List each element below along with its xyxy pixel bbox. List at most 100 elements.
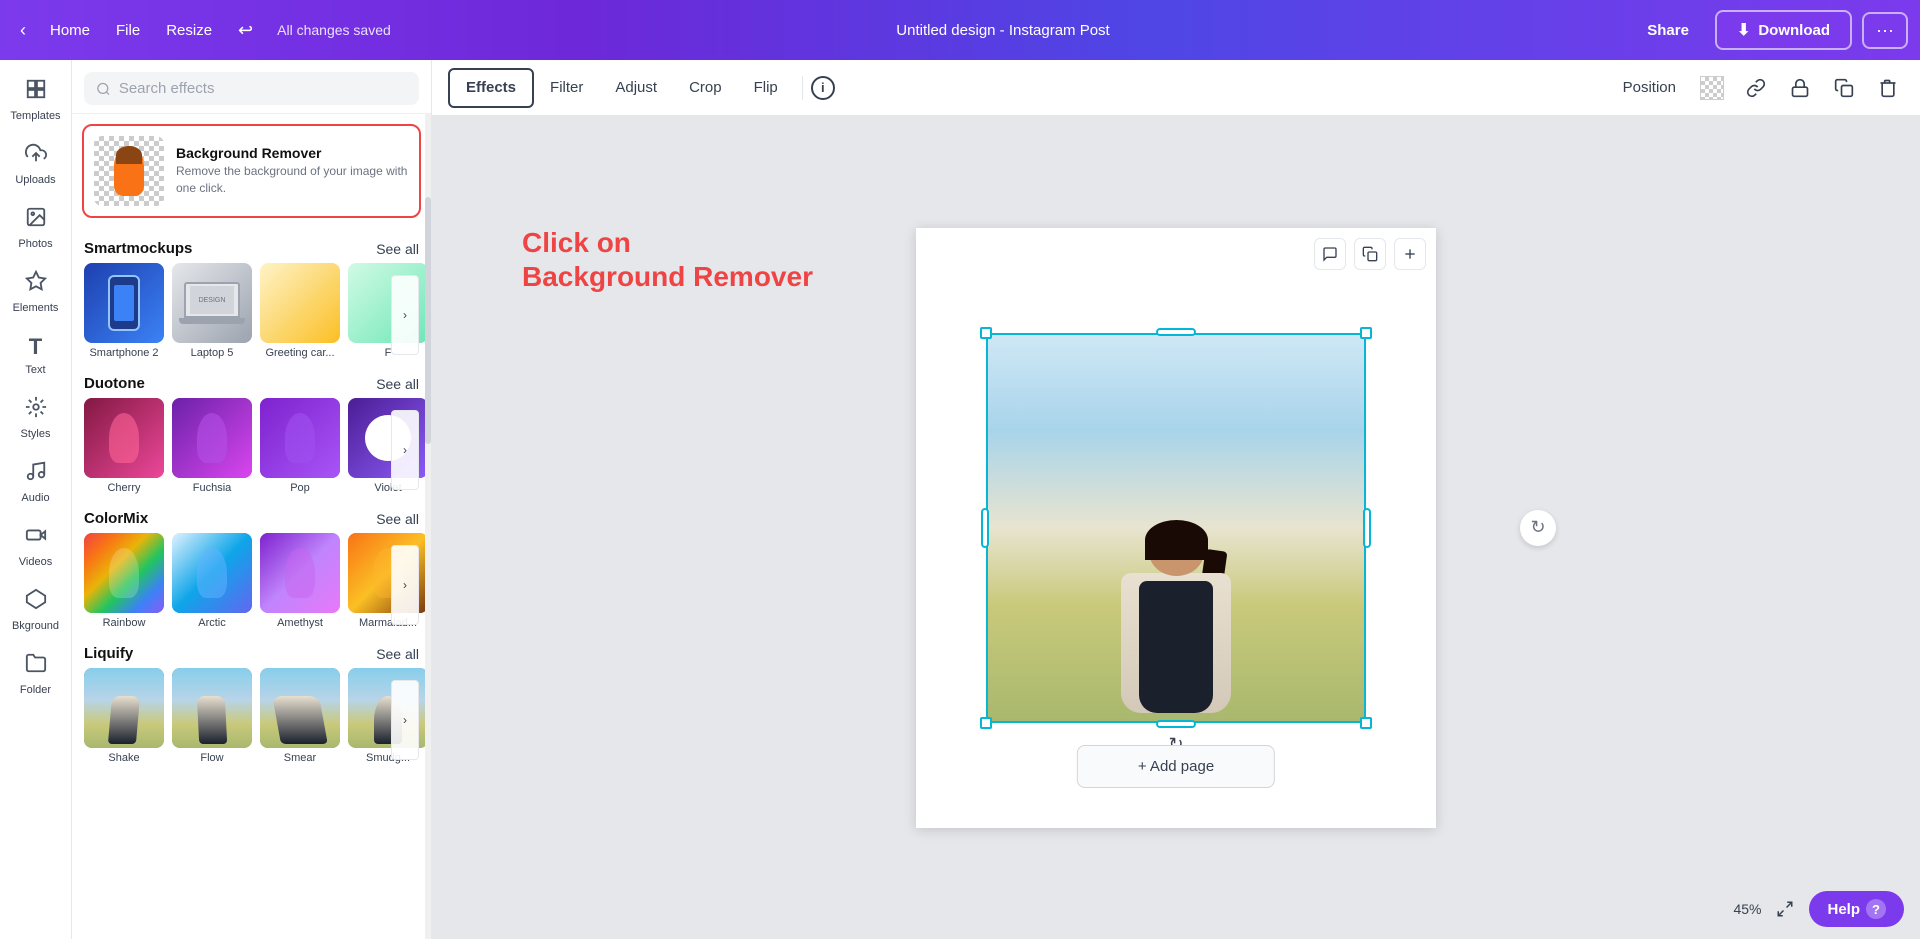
smartmockups-see-all[interactable]: See all [376, 241, 419, 257]
selected-image-wrapper[interactable]: ↻ [986, 333, 1366, 723]
person-head [1149, 520, 1204, 578]
liquify-see-all[interactable]: See all [376, 646, 419, 662]
position-button[interactable]: Position [1615, 75, 1684, 100]
top-toolbar: Effects Filter Adjust Crop Flip i Positi… [432, 60, 1920, 116]
duotone-title: Duotone [84, 375, 145, 392]
smartmockups-item-greetingcard[interactable]: Greeting car... [260, 263, 340, 359]
arctic-label: Arctic [198, 617, 226, 629]
duotone-pop[interactable]: Pop [260, 398, 340, 494]
laptop5-thumb: DESIGN [172, 263, 252, 343]
colormix-row-wrapper: Rainbow Arctic [72, 533, 431, 637]
duplicate-button[interactable] [1828, 72, 1860, 104]
videos-icon [25, 524, 47, 552]
smear-thumb [260, 668, 340, 748]
delete-button[interactable] [1872, 72, 1904, 104]
undo-button[interactable]: ↩ [226, 14, 265, 47]
elements-icon [25, 270, 47, 298]
fuchsia-label: Fuchsia [193, 482, 232, 494]
checkerboard-button[interactable] [1696, 72, 1728, 104]
more-options-button[interactable]: ··· [1862, 12, 1908, 49]
smartphone2-thumb [84, 263, 164, 343]
liquify-flow[interactable]: Flow [172, 668, 252, 764]
resize-nav[interactable]: Resize [154, 16, 224, 45]
tab-adjust[interactable]: Adjust [599, 68, 673, 108]
canvas-add-button[interactable] [1394, 238, 1426, 270]
tab-crop[interactable]: Crop [673, 68, 738, 108]
liquify-scroll-right[interactable]: › [391, 680, 419, 760]
smartmockups-item-smartphone2[interactable]: Smartphone 2 [84, 263, 164, 359]
handle-bottom-right[interactable] [1360, 717, 1372, 729]
search-input[interactable] [119, 80, 407, 97]
colormix-title: ColorMix [84, 510, 148, 527]
help-label: Help [1827, 901, 1860, 918]
handle-middle-left[interactable] [981, 508, 989, 548]
handle-middle-right[interactable] [1363, 508, 1371, 548]
sidebar-item-videos[interactable]: Videos [2, 514, 70, 578]
sidebar-item-templates[interactable]: Templates [2, 68, 70, 132]
elements-label: Elements [13, 302, 59, 314]
tab-effects[interactable]: Effects [448, 68, 534, 108]
handle-bottom-center[interactable] [1156, 720, 1196, 728]
sidebar-item-bkground[interactable]: Bkground [2, 578, 70, 642]
add-page-button[interactable]: + Add page [1077, 745, 1275, 788]
sidebar-item-photos[interactable]: Photos [2, 196, 70, 260]
main-layout: Templates Uploads Photos Elements T Text [0, 60, 1920, 939]
scroll-thumb[interactable] [425, 197, 431, 445]
canvas-copy-button[interactable] [1354, 238, 1386, 270]
download-button[interactable]: ⬇ Download [1715, 10, 1852, 50]
colormix-see-all[interactable]: See all [376, 511, 419, 527]
colormix-scroll-right[interactable]: › [391, 545, 419, 625]
person-torso [1121, 573, 1231, 713]
canvas-comment-button[interactable] [1314, 238, 1346, 270]
canvas-rotate-outer[interactable]: ↻ [1520, 510, 1556, 546]
tab-flip[interactable]: Flip [738, 68, 794, 108]
handle-top-right[interactable] [1360, 327, 1372, 339]
audio-icon [25, 460, 47, 488]
sidebar-item-text[interactable]: T Text [2, 324, 70, 386]
annotation-line2: Background Remover [522, 260, 813, 294]
sidebar-item-elements[interactable]: Elements [2, 260, 70, 324]
handle-top-center[interactable] [1156, 328, 1196, 336]
link-button[interactable] [1740, 72, 1772, 104]
sidebar-item-audio[interactable]: Audio [2, 450, 70, 514]
download-label: Download [1758, 22, 1830, 39]
colormix-arctic[interactable]: Arctic [172, 533, 252, 629]
sidebar-item-styles[interactable]: Styles [2, 386, 70, 450]
home-nav[interactable]: Home [38, 16, 102, 45]
smartmockups-scroll-right[interactable]: › [391, 275, 419, 355]
panel-scroll: Background Remover Remove the background… [72, 114, 431, 784]
zoom-expand-button[interactable] [1771, 895, 1799, 923]
fuchsia-thumb [172, 398, 252, 478]
duplicate-icon [1834, 78, 1854, 98]
share-button[interactable]: Share [1631, 14, 1705, 47]
help-icon: ? [1866, 899, 1886, 919]
smartmockups-item-laptop5[interactable]: DESIGN Laptop 5 [172, 263, 252, 359]
search-bar [72, 60, 431, 114]
editor-area: Effects Filter Adjust Crop Flip i Positi… [432, 60, 1920, 939]
duotone-see-all[interactable]: See all [376, 376, 419, 392]
zoom-level-display: 45% [1733, 901, 1761, 917]
colormix-amethyst[interactable]: Amethyst [260, 533, 340, 629]
liquify-smear[interactable]: Smear [260, 668, 340, 764]
lock-button[interactable] [1784, 72, 1816, 104]
duotone-scroll-right[interactable]: › [391, 410, 419, 490]
handle-top-left[interactable] [980, 327, 992, 339]
back-button[interactable]: ‹ [12, 16, 34, 45]
toolbar-separator [802, 76, 803, 100]
handle-bottom-left[interactable] [980, 717, 992, 729]
search-input-wrap[interactable] [84, 72, 419, 105]
tab-filter[interactable]: Filter [534, 68, 599, 108]
file-nav[interactable]: File [104, 16, 152, 45]
liquify-shake[interactable]: Shake [84, 668, 164, 764]
add-icon [1402, 246, 1418, 262]
duotone-fuchsia[interactable]: Fuchsia [172, 398, 252, 494]
amethyst-thumb [260, 533, 340, 613]
sidebar-item-folder[interactable]: Folder [2, 642, 70, 706]
info-button[interactable]: i [811, 76, 835, 100]
sidebar-item-uploads[interactable]: Uploads [2, 132, 70, 196]
help-button[interactable]: Help ? [1809, 891, 1904, 927]
duotone-cherry[interactable]: Cherry [84, 398, 164, 494]
templates-label: Templates [10, 110, 60, 122]
bg-remover-card[interactable]: Background Remover Remove the background… [82, 124, 421, 218]
colormix-rainbow[interactable]: Rainbow [84, 533, 164, 629]
